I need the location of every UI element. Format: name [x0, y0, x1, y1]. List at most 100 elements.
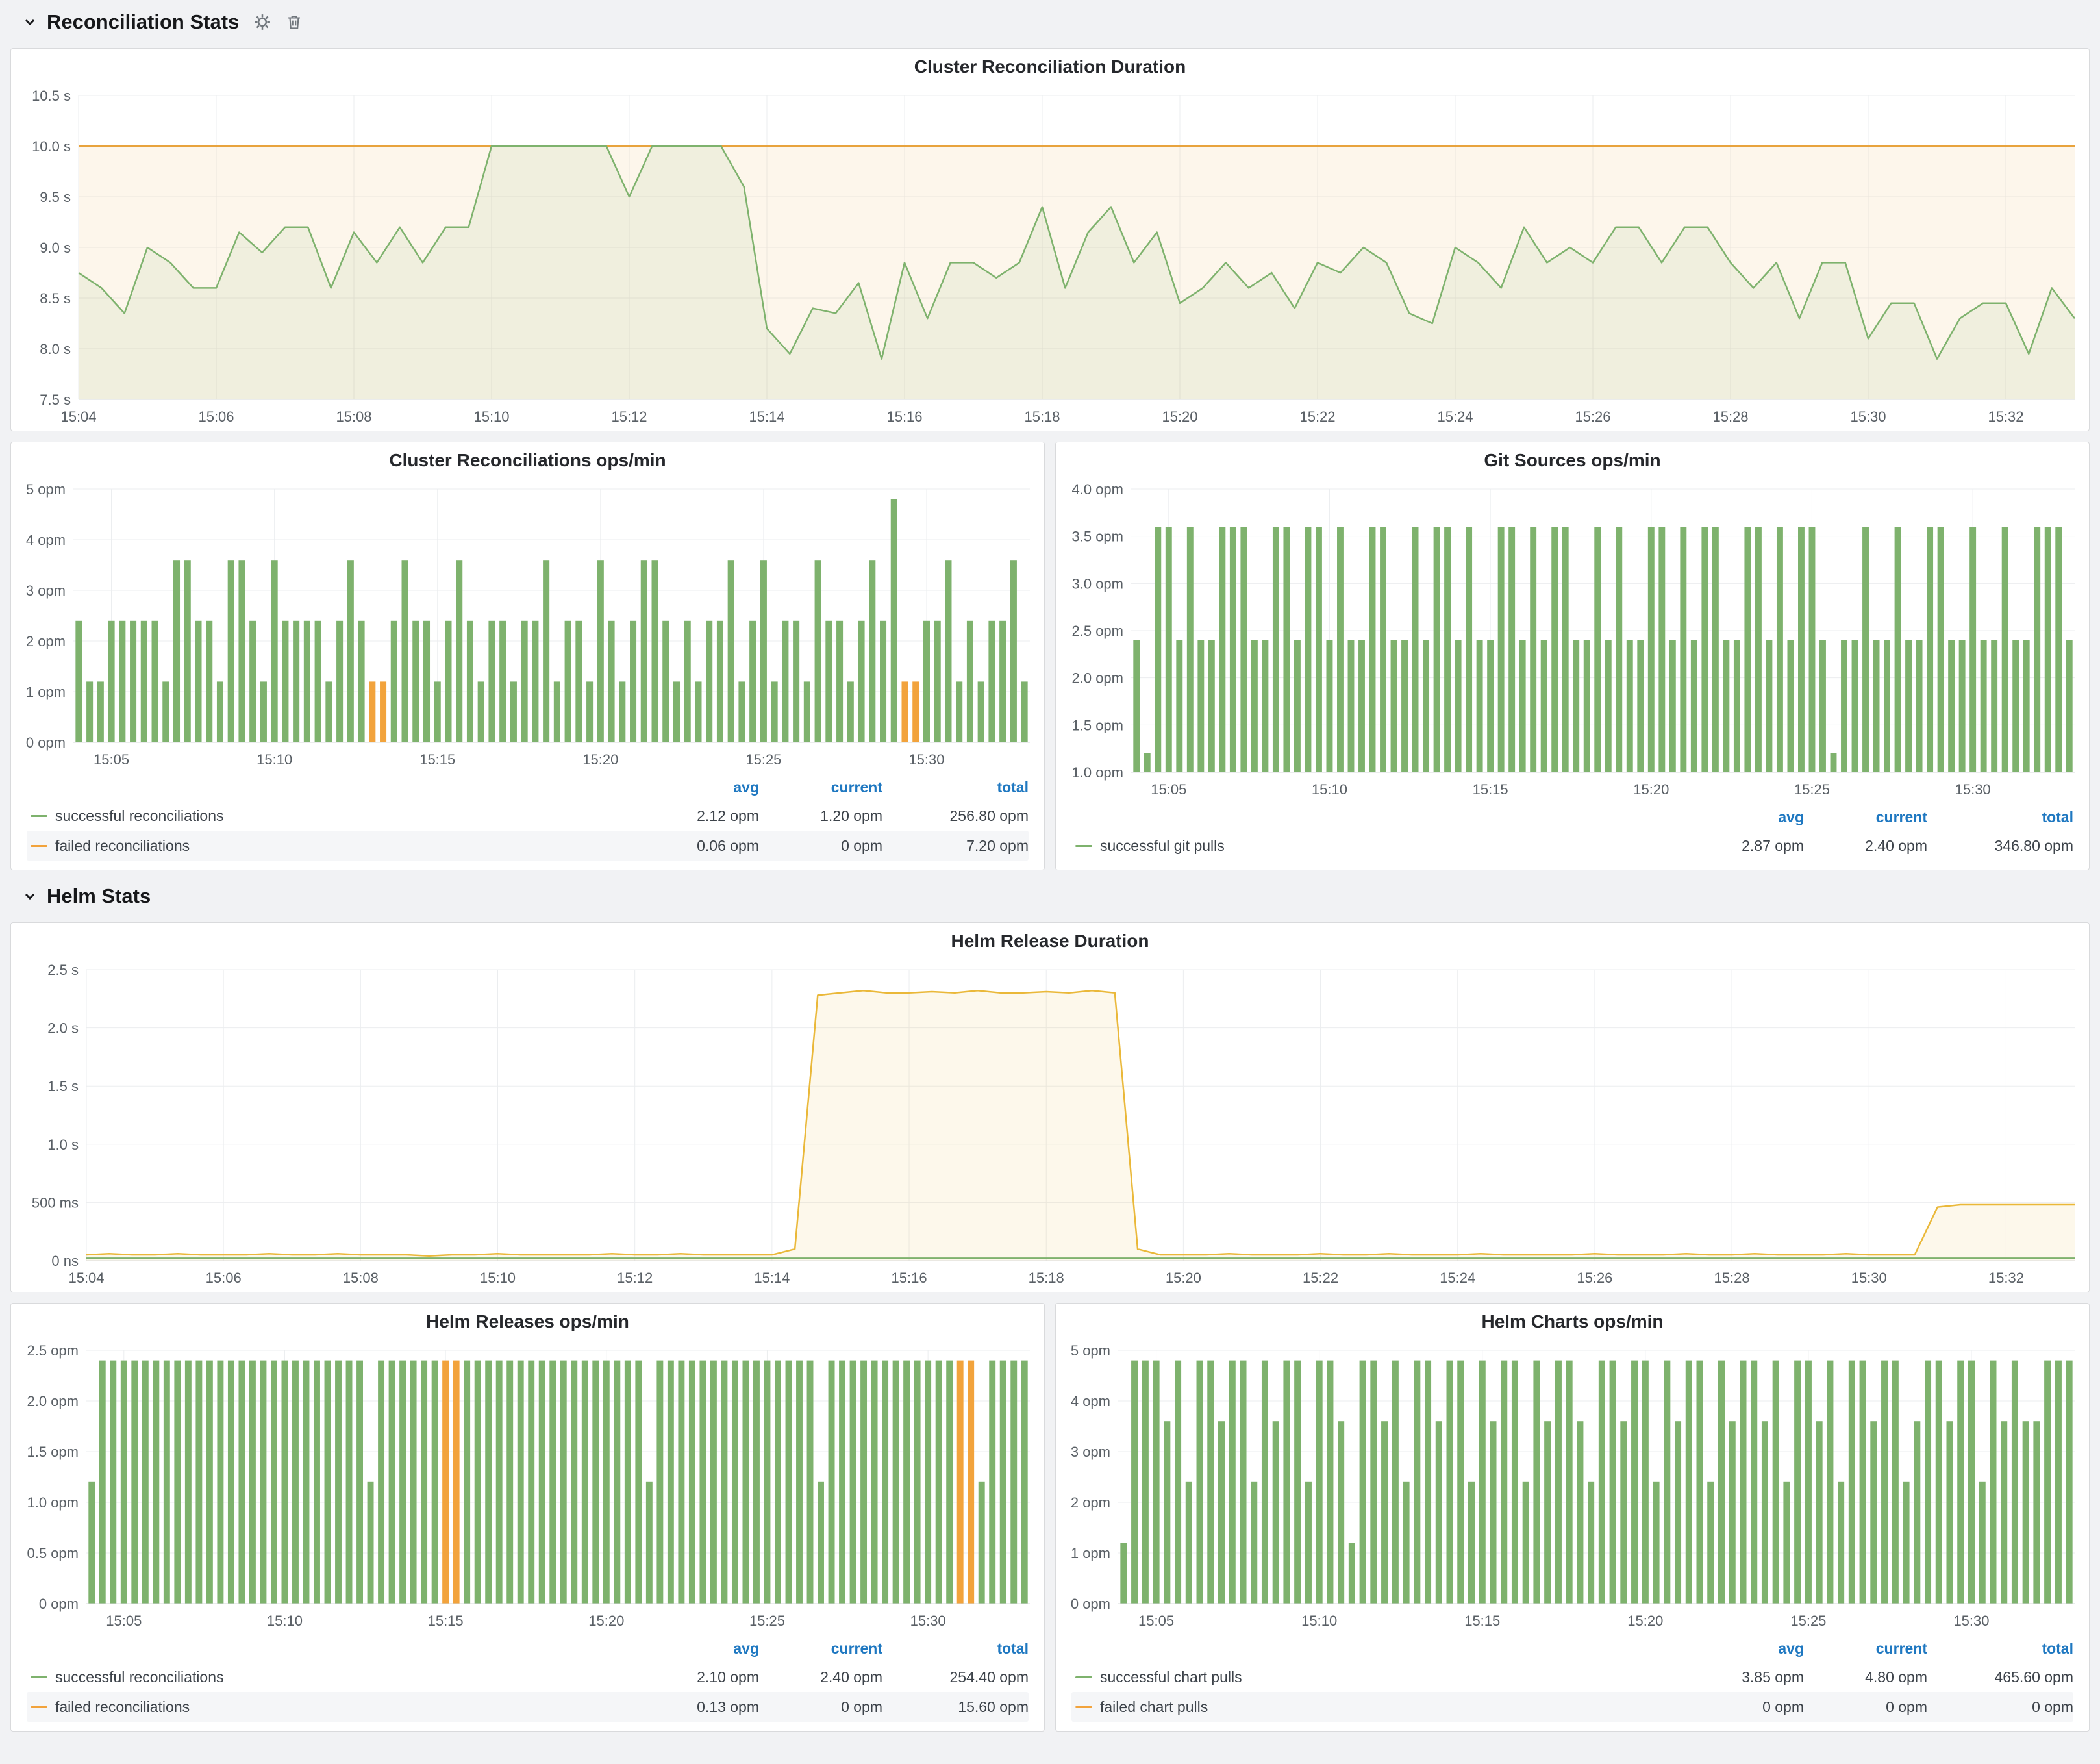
svg-text:1.5 opm: 1.5 opm [27, 1444, 79, 1460]
section-header-reconciliation-stats[interactable]: Reconciliation Stats [10, 6, 2090, 38]
series-avg-value: 2.10 opm [636, 1669, 759, 1686]
gear-icon[interactable] [253, 13, 271, 31]
svg-text:2 opm: 2 opm [26, 633, 66, 649]
svg-text:15:25: 15:25 [1794, 781, 1830, 798]
svg-text:1.0 opm: 1.0 opm [1072, 764, 1124, 781]
svg-text:15:10: 15:10 [1312, 781, 1347, 798]
svg-text:15:18: 15:18 [1024, 409, 1060, 425]
series-current-value: 0 opm [1804, 1698, 1927, 1716]
legend-header-avg[interactable]: avg [636, 1640, 759, 1657]
legend-header-avg[interactable]: avg [636, 779, 759, 796]
svg-text:15:24: 15:24 [1440, 1270, 1475, 1286]
panel-title[interactable]: Cluster Reconciliations ops/min [11, 442, 1044, 479]
svg-text:15:30: 15:30 [1851, 1270, 1887, 1286]
series-name[interactable]: failed reconciliations [55, 837, 190, 855]
svg-text:15:05: 15:05 [94, 751, 129, 768]
svg-text:2 opm: 2 opm [1071, 1494, 1110, 1511]
legend-header-avg[interactable]: avg [1681, 1640, 1804, 1657]
legend-header-row: avg current total [1071, 1635, 2073, 1662]
git-sources-ops-chart[interactable]: 15:0515:1015:1515:2015:2515:301.0 opm1.5… [1056, 479, 2089, 803]
svg-text:5 opm: 5 opm [26, 481, 66, 498]
series-name[interactable]: successful reconciliations [55, 807, 224, 825]
series-total-value: 346.80 opm [1927, 837, 2073, 855]
series-name[interactable]: failed reconciliations [55, 1698, 190, 1716]
section-header-helm-stats[interactable]: Helm Stats [10, 881, 2090, 912]
series-color-dash [1075, 845, 1092, 847]
series-name[interactable]: successful chart pulls [1100, 1669, 1242, 1686]
legend-header-current[interactable]: current [759, 779, 882, 796]
svg-text:2.0 opm: 2.0 opm [27, 1393, 79, 1409]
svg-text:15:32: 15:32 [1988, 1270, 2024, 1286]
svg-text:0 opm: 0 opm [39, 1596, 79, 1612]
svg-text:1.5 opm: 1.5 opm [1072, 717, 1124, 733]
panel-title[interactable]: Git Sources ops/min [1056, 442, 2089, 479]
svg-text:15:10: 15:10 [473, 409, 509, 425]
legend-row: successful git pulls 2.87 opm 2.40 opm 3… [1071, 831, 2073, 861]
svg-text:15:25: 15:25 [1790, 1613, 1826, 1629]
panel-title[interactable]: Helm Release Duration [11, 923, 2089, 959]
svg-text:0 opm: 0 opm [26, 735, 66, 751]
series-name[interactable]: successful git pulls [1100, 837, 1225, 855]
section-title[interactable]: Helm Stats [47, 885, 151, 908]
svg-text:15:15: 15:15 [428, 1613, 464, 1629]
series-avg-value: 0.06 opm [636, 837, 759, 855]
legend-row: failed reconciliations 0.13 opm 0 opm 15… [27, 1692, 1029, 1722]
panel-title[interactable]: Helm Releases ops/min [11, 1304, 1044, 1340]
helm-charts-ops-chart[interactable]: 15:0515:1015:1515:2015:2515:300 opm1 opm… [1056, 1340, 2089, 1635]
svg-text:15:30: 15:30 [1953, 1613, 1989, 1629]
svg-text:15:15: 15:15 [419, 751, 455, 768]
svg-text:15:10: 15:10 [480, 1270, 516, 1286]
svg-text:4.0 opm: 4.0 opm [1072, 481, 1124, 498]
cluster-reconciliation-duration-chart[interactable]: 15:0415:0615:0815:1015:1215:1415:1615:18… [11, 85, 2089, 431]
svg-text:15:26: 15:26 [1575, 409, 1610, 425]
svg-text:15:10: 15:10 [256, 751, 292, 768]
svg-text:15:20: 15:20 [1633, 781, 1669, 798]
legend-header-avg[interactable]: avg [1681, 809, 1804, 826]
series-name[interactable]: successful reconciliations [55, 1669, 224, 1686]
series-color-dash [1075, 1706, 1092, 1708]
svg-text:15:14: 15:14 [749, 409, 784, 425]
legend: avg current total successful reconciliat… [11, 1635, 1044, 1731]
svg-text:5 opm: 5 opm [1071, 1342, 1110, 1359]
panel-row-reconciliation: Cluster Reconciliations ops/min 15:05 15:… [10, 442, 2090, 870]
panel-cluster-reconciliations-ops: Cluster Reconciliations ops/min 15:05 15:… [10, 442, 1045, 870]
panel-helm-release-duration: Helm Release Duration 15:0415:0615:0815:… [10, 922, 2090, 1292]
legend-row: successful reconciliations 2.12 opm 1.20… [27, 801, 1029, 831]
legend-header-current[interactable]: current [1804, 809, 1927, 826]
cluster-reconciliations-ops-chart[interactable]: 15:0515:1015:1515:2015:2515:300 opm1 opm… [11, 479, 1044, 774]
series-color-dash [31, 1706, 47, 1708]
trash-icon[interactable] [286, 14, 303, 31]
svg-text:15:15: 15:15 [1473, 781, 1508, 798]
chevron-down-icon[interactable] [22, 14, 38, 30]
helm-release-duration-chart[interactable]: 15:0415:0615:0815:1015:1215:1415:1615:18… [11, 959, 2089, 1292]
svg-text:15:06: 15:06 [206, 1270, 242, 1286]
svg-text:15:05: 15:05 [1151, 781, 1186, 798]
dashboard: Reconciliation Stats Cluster Reconciliat… [0, 0, 2100, 1742]
svg-text:15:06: 15:06 [198, 409, 234, 425]
svg-text:15:20: 15:20 [582, 751, 618, 768]
svg-text:1 opm: 1 opm [1071, 1545, 1110, 1561]
section-title[interactable]: Reconciliation Stats [47, 10, 239, 34]
svg-text:3.5 opm: 3.5 opm [1072, 529, 1124, 545]
series-name[interactable]: failed chart pulls [1100, 1698, 1208, 1716]
chevron-down-icon[interactable] [22, 888, 38, 904]
series-total-value: 7.20 opm [882, 837, 1029, 855]
legend-header-total[interactable]: total [882, 779, 1029, 796]
svg-text:15:04: 15:04 [68, 1270, 104, 1286]
legend-header-total[interactable]: total [882, 1640, 1029, 1657]
panel-helm-charts-ops: Helm Charts ops/min 15:0515:1015:1515:20… [1055, 1303, 2090, 1732]
panel-title[interactable]: Cluster Reconciliation Duration [11, 49, 2089, 85]
panel-cluster-reconciliation-duration: Cluster Reconciliation Duration 15:0415:… [10, 48, 2090, 431]
legend-header-total[interactable]: total [1927, 1640, 2073, 1657]
legend-header-total[interactable]: total [1927, 809, 2073, 826]
legend-header-current[interactable]: current [759, 1640, 882, 1657]
svg-text:7.5 s: 7.5 s [40, 392, 71, 408]
svg-text:15:30: 15:30 [910, 1613, 946, 1629]
legend-header-current[interactable]: current [1804, 1640, 1927, 1657]
legend: avg current total successful chart pulls… [1056, 1635, 2089, 1731]
svg-text:4 opm: 4 opm [26, 532, 66, 548]
panel-row-helm: Helm Releases ops/min 15:0515:1015:1515:… [10, 1303, 2090, 1732]
panel-title[interactable]: Helm Charts ops/min [1056, 1304, 2089, 1340]
svg-text:15:25: 15:25 [745, 751, 781, 768]
helm-releases-ops-chart[interactable]: 15:0515:1015:1515:2015:2515:300 opm0.5 o… [11, 1340, 1044, 1635]
